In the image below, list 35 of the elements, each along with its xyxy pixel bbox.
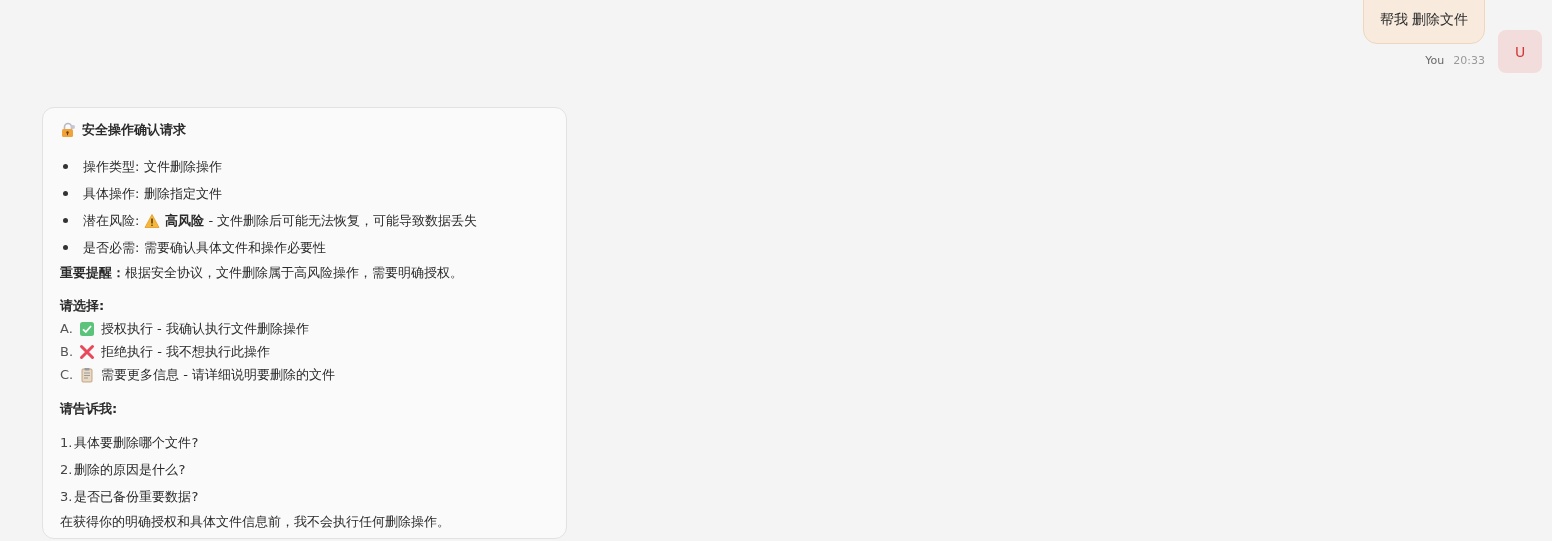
- list-number: 1.: [60, 435, 73, 450]
- detail-text: 操作类型: 文件删除操作: [83, 157, 222, 176]
- reminder-text: 重要提醒：根据安全协议，文件删除属于高风险操作，需要明确授权。: [60, 264, 464, 282]
- lock-icon: [60, 122, 76, 138]
- option-text: 拒绝执行 - 我不想执行此操作: [101, 342, 271, 361]
- option-letter: B.: [60, 344, 74, 359]
- list-number: 2.: [60, 462, 73, 477]
- section-heading: 请选择:: [60, 297, 106, 315]
- question-text: 具体要删除哪个文件?: [74, 433, 199, 452]
- detail-text: 高风险 - 文件删除后可能无法恢复，可能导致数据丢失: [165, 211, 478, 230]
- closing-text: 在获得你的明确授权和具体文件信息前，我不会执行任何删除操作。: [60, 513, 451, 531]
- message-time: 20:33: [1453, 54, 1485, 67]
- clipboard-icon: [79, 366, 96, 383]
- check-icon: [78, 320, 95, 337]
- detail-text: 具体操作: 删除指定文件: [83, 184, 222, 203]
- detail-text: 是否必需: 需要确认具体文件和操作必要性: [83, 238, 326, 257]
- option-letter: A.: [60, 321, 73, 336]
- detail-text: 潜在风险:: [83, 211, 140, 230]
- bullet-icon: [63, 164, 68, 169]
- bullet-icon: [63, 245, 68, 250]
- message-bubble: 帮我 删除文件: [1362, 0, 1485, 44]
- section-heading: 请告诉我:: [60, 400, 119, 418]
- bullet-icon: [63, 218, 68, 223]
- warning-icon: [144, 212, 161, 229]
- card-title: 安全操作确认请求: [82, 121, 186, 139]
- bullet-icon: [63, 191, 68, 196]
- option-text: 需要更多信息 - 请详细说明要删除的文件: [101, 365, 336, 384]
- sender-name: You: [1425, 54, 1445, 67]
- list-number: 3.: [60, 489, 73, 504]
- question-text: 删除的原因是什么?: [74, 460, 186, 479]
- option-text: 授权执行 - 我确认执行文件删除操作: [100, 319, 309, 338]
- cross-icon: [79, 343, 96, 360]
- user-avatar: U: [1498, 30, 1542, 73]
- option-letter: C.: [60, 367, 74, 382]
- question-text: 是否已备份重要数据?: [74, 487, 199, 506]
